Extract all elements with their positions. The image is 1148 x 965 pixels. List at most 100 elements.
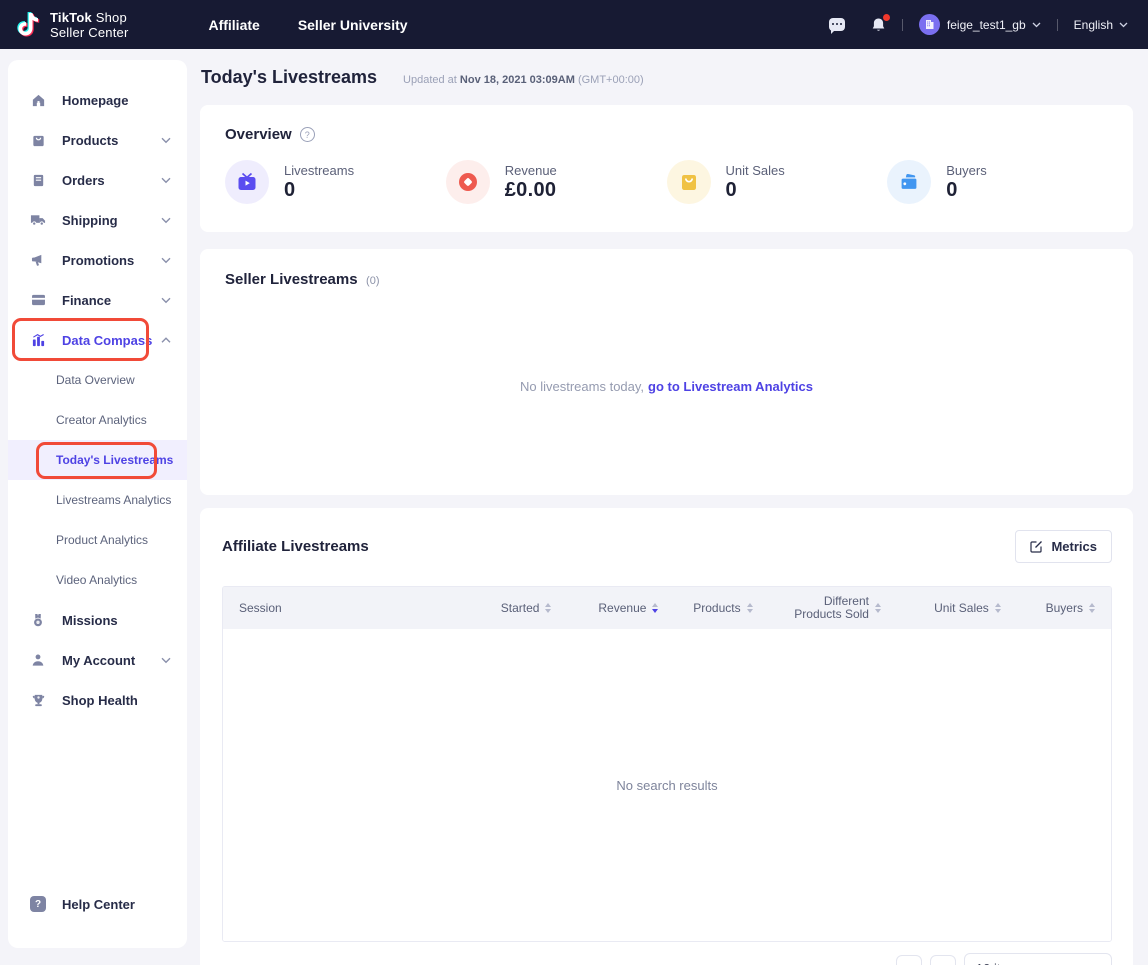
seller-livestreams-empty-state: No livestreams today, go to Livestream An… [200,379,1133,394]
livestream-tv-icon [225,160,269,204]
metric-value: 0 [946,179,986,202]
empty-text: No livestreams today, [520,379,644,394]
chevron-down-icon [161,137,171,144]
overview-card: Overview ? Livestreams 0 Revenue £0.00 [200,105,1133,232]
go-to-livestream-analytics-link[interactable]: go to Livestream Analytics [648,379,813,394]
topbar: TikTok Shop Seller Center Affiliate Sell… [0,0,1148,49]
column-header-session: Session [239,602,444,615]
page-header: Today's Livestreams Updated at Nov 18, 2… [201,67,1133,88]
language-label: English [1074,18,1113,32]
truck-icon [30,212,46,228]
pagination: ‹ › 10 items per page [222,953,1112,965]
sidebar-subitem-livestreams-analytics[interactable]: Livestreams Analytics [8,480,187,520]
sidebar-item-help-center[interactable]: ? Help Center [8,884,187,924]
sidebar: Homepage Products Orders Shipping Promot… [8,60,187,948]
notification-badge [883,14,890,21]
page-size-select[interactable]: 10 items per page [964,953,1112,965]
column-header-started[interactable]: Started [444,602,551,615]
help-tooltip-icon[interactable]: ? [300,127,315,142]
sidebar-item-label: Promotions [62,253,134,268]
chat-icon[interactable] [829,18,845,31]
sidebar-subitem-video-analytics[interactable]: Video Analytics [8,560,187,600]
language-selector[interactable]: English [1074,18,1128,32]
sidebar-item-label: Homepage [62,93,128,108]
affiliate-livestreams-table: Session Started Revenue Products Differe… [222,586,1112,942]
metric-buyers: Buyers 0 [887,160,1108,204]
table-header-row: Session Started Revenue Products Differe… [223,587,1111,629]
sidebar-subitem-creator-analytics[interactable]: Creator Analytics [8,400,187,440]
person-icon [30,652,46,668]
updated-value: Nov 18, 2021 03:09AM [460,74,575,86]
sidebar-item-label: Help Center [62,897,135,912]
next-page-button[interactable]: › [930,955,956,965]
metrics-button-label: Metrics [1051,539,1097,554]
sidebar-subitem-todays-livestreams[interactable]: Today's Livestreams [8,440,187,480]
subitem-label: Livestreams Analytics [56,493,171,507]
logo-brand-suffix: Shop [92,10,127,25]
overview-title: Overview [225,126,292,143]
sidebar-item-label: Finance [62,293,111,308]
chevron-down-icon [161,297,171,304]
finance-card-icon [30,292,46,308]
page-size-label: 10 items per page [976,961,1080,965]
seller-livestreams-title: Seller Livestreams [225,271,358,288]
user-menu[interactable]: feige_test1_gb [919,14,1041,35]
topbar-divider [1057,19,1058,31]
chevron-down-icon [1119,22,1128,28]
edit-icon [1030,540,1043,553]
products-bag-icon [30,132,46,148]
sidebar-item-promotions[interactable]: Promotions [8,240,187,280]
updated-prefix: Updated at [403,74,457,86]
sidebar-item-homepage[interactable]: Homepage [8,80,187,120]
sidebar-item-label: Shop Health [62,693,138,708]
topnav-affiliate[interactable]: Affiliate [208,17,259,33]
topbar-divider [902,19,903,31]
column-header-buyers[interactable]: Buyers [1001,602,1095,615]
column-header-products[interactable]: Products [658,602,752,615]
sidebar-item-data-compass[interactable]: Data Compass [8,320,187,360]
metric-unit-sales: Unit Sales 0 [667,160,888,204]
chevron-down-icon [161,217,171,224]
sidebar-item-label: Orders [62,173,105,188]
sidebar-item-my-account[interactable]: My Account [8,640,187,680]
metric-label: Unit Sales [726,163,785,178]
subitem-label: Creator Analytics [56,413,147,427]
prev-page-button[interactable]: ‹ [896,955,922,965]
sidebar-subitem-data-overview[interactable]: Data Overview [8,360,187,400]
sidebar-item-shipping[interactable]: Shipping [8,200,187,240]
trophy-icon [30,692,46,708]
column-header-revenue[interactable]: Revenue [551,602,658,615]
logo-brand: TikTok [50,10,92,25]
column-header-unit-sales[interactable]: Unit Sales [881,602,1001,615]
logo-line2: Seller Center [50,25,128,40]
sidebar-item-orders[interactable]: Orders [8,160,187,200]
subitem-label: Data Overview [56,373,135,387]
topnav: Affiliate Seller University [208,17,407,33]
subitem-label: Video Analytics [56,573,137,587]
sidebar-item-label: Missions [62,613,118,628]
sidebar-item-shop-health[interactable]: Shop Health [8,680,187,720]
sidebar-item-finance[interactable]: Finance [8,280,187,320]
metric-label: Revenue [505,163,557,178]
sidebar-subitem-product-analytics[interactable]: Product Analytics [8,520,187,560]
metric-value: 0 [284,179,354,202]
main-content: Today's Livestreams Updated at Nov 18, 2… [200,60,1133,965]
metrics-button[interactable]: Metrics [1015,530,1112,563]
sidebar-item-label: Data Compass [62,333,152,348]
home-icon [30,92,46,108]
topnav-seller-university[interactable]: Seller University [298,17,408,33]
sidebar-item-missions[interactable]: Missions [8,600,187,640]
tiktok-shop-logo[interactable]: TikTok Shop Seller Center [14,9,128,41]
bar-chart-icon [30,332,46,348]
column-header-different-products-sold[interactable]: Different Products Sold [753,595,881,621]
metric-value: 0 [726,179,785,202]
chevron-down-icon [161,257,171,264]
subitem-label: Product Analytics [56,533,148,547]
bell-icon[interactable] [871,17,886,33]
help-icon: ? [30,896,46,912]
megaphone-icon [30,252,46,268]
sidebar-item-products[interactable]: Products [8,120,187,160]
unit-sales-bag-icon [667,160,711,204]
seller-livestreams-count: (0) [366,275,379,287]
chevron-down-icon [161,657,171,664]
